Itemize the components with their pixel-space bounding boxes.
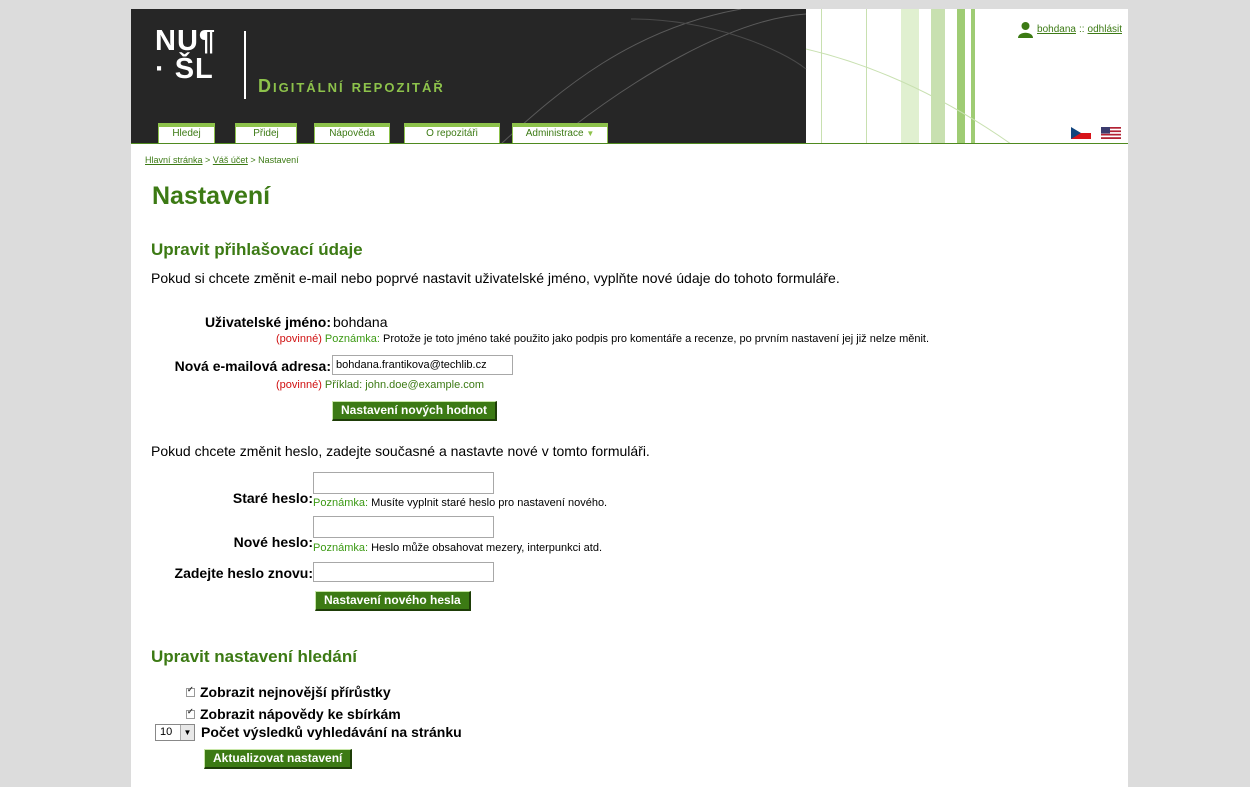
tab-label: Administrace xyxy=(525,128,584,139)
email-label: Nová e-mailová adresa: xyxy=(174,358,331,374)
language-switcher xyxy=(1071,127,1121,139)
old-password-label: Staré heslo: xyxy=(232,490,313,506)
password-intro: Pokud chcete změnit heslo, zadejte souča… xyxy=(151,443,650,459)
logo-bottom: · ŠL xyxy=(155,53,214,85)
old-password-input[interactable] xyxy=(313,472,494,494)
new-password-note-row: Poznámka: Heslo může obsahovat mezery, i… xyxy=(313,542,602,554)
user-profile-link[interactable]: bohdana xyxy=(1037,24,1076,35)
new-password-note: Heslo může obsahovat mezery, interpunkci… xyxy=(371,542,603,554)
logout-link[interactable]: odhlásit xyxy=(1088,24,1122,35)
tab-label: Přidej xyxy=(253,128,279,139)
new-password-label: Nové heslo: xyxy=(233,534,313,550)
tab-o-repozitari[interactable]: O repozitáři xyxy=(404,123,500,143)
breadcrumb: Hlavní stránka > Váš účet > Nastavení xyxy=(145,155,299,165)
breadcrumb-current: Nastavení xyxy=(258,155,299,165)
update-settings-button[interactable]: Aktualizovat nastavení xyxy=(204,749,353,769)
tab-label: Hledej xyxy=(172,128,201,139)
logo-top: NU¶ xyxy=(155,25,217,57)
page-title: Nastavení xyxy=(152,182,271,210)
tab-pridej[interactable]: Přidej xyxy=(235,123,297,143)
show-help-checkbox[interactable] xyxy=(186,707,195,719)
show-newest-checkbox[interactable] xyxy=(186,685,195,697)
user-box: bohdana :: odhlásit xyxy=(1017,21,1122,38)
tab-napoveda[interactable]: Nápověda xyxy=(314,123,390,143)
login-intro: Pokud si chcete změnit e-mail nebo poprv… xyxy=(151,270,840,286)
results-per-page-value: 10 xyxy=(160,726,173,738)
save-password-button[interactable]: Nastavení nového hesla xyxy=(315,591,471,611)
results-per-page-label: Počet výsledků vyhledávání na stránku xyxy=(201,724,462,740)
note-key: Poznámka: xyxy=(324,333,380,345)
site-header: NU¶ · ŠL Digitální repozitář Hledej Přid… xyxy=(131,9,1128,144)
logo-divider xyxy=(244,31,246,99)
show-help-row[interactable]: Zobrazit nápovědy ke sbírkám xyxy=(186,706,401,722)
login-section-heading: Upravit přihlašovací údaje xyxy=(151,240,363,259)
repository-title: Digitální repozitář xyxy=(258,76,445,96)
tab-label: O repozitáři xyxy=(426,128,478,139)
username-label: Uživatelské jméno: xyxy=(204,314,331,330)
user-separator: :: xyxy=(1078,24,1085,35)
username-value: bohdana xyxy=(333,314,388,330)
breadcrumb-home[interactable]: Hlavní stránka xyxy=(145,155,203,165)
header-divider xyxy=(131,143,1128,144)
required-marker: (povinné) xyxy=(276,333,322,345)
email-note-row: (povinné) Příklad: john.doe@example.com xyxy=(276,379,484,391)
tab-administrace[interactable]: Administrace ▼ xyxy=(512,123,608,143)
search-section-heading: Upravit nastavení hledání xyxy=(151,647,357,666)
results-per-page-text: Počet výsledků vyhledávání na stránku xyxy=(201,724,462,740)
breadcrumb-account[interactable]: Váš účet xyxy=(213,155,248,165)
page-container: NU¶ · ŠL Digitální repozitář Hledej Přid… xyxy=(131,9,1128,787)
new-password-input[interactable] xyxy=(313,516,494,538)
breadcrumb-separator: > xyxy=(250,155,256,165)
email-example: Příklad: john.doe@example.com xyxy=(324,379,485,391)
user-icon xyxy=(1018,22,1034,38)
repeat-password-label: Zadejte heslo znovu: xyxy=(174,565,313,581)
required-marker: (povinné) xyxy=(276,379,322,391)
username-note-row: (povinné) Poznámka: Protože je toto jmén… xyxy=(276,333,1126,345)
old-password-note: Musíte vyplnit staré heslo pro nastavení… xyxy=(371,497,608,509)
repeat-password-input[interactable] xyxy=(313,562,494,582)
us-flag-icon[interactable] xyxy=(1101,127,1121,139)
username-note: Protože je toto jméno také použito jako … xyxy=(383,333,930,345)
save-login-button[interactable]: Nastavení nových hodnot xyxy=(332,401,498,421)
show-newest-label: Zobrazit nejnovější přírůstky xyxy=(200,684,391,700)
site-logo[interactable]: NU¶ · ŠL xyxy=(155,25,235,85)
chevron-down-icon: ▼ xyxy=(586,129,595,138)
tab-hledej[interactable]: Hledej xyxy=(158,123,215,143)
email-input[interactable] xyxy=(332,355,513,375)
note-key: Poznámka: xyxy=(313,497,369,509)
results-per-page-select[interactable]: 10 ▼ xyxy=(155,724,195,741)
czech-flag-icon[interactable] xyxy=(1071,127,1091,139)
note-key: Poznámka: xyxy=(313,542,369,554)
chevron-down-icon: ▼ xyxy=(180,725,194,740)
show-help-label: Zobrazit nápovědy ke sbírkám xyxy=(200,706,401,722)
show-newest-row[interactable]: Zobrazit nejnovější přírůstky xyxy=(186,684,391,700)
old-password-note-row: Poznámka: Musíte vyplnit staré heslo pro… xyxy=(313,497,607,509)
breadcrumb-separator: > xyxy=(205,155,211,165)
tab-label: Nápověda xyxy=(329,128,375,139)
